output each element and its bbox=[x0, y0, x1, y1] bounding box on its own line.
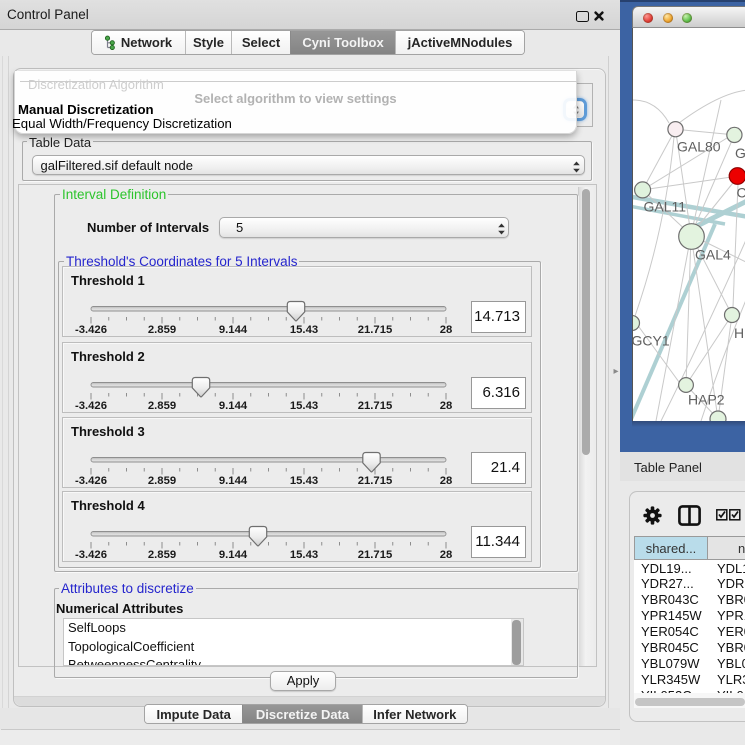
svg-text:2.859: 2.859 bbox=[148, 549, 176, 561]
svg-text:GAL: GAL bbox=[735, 145, 745, 161]
svg-text:GAL4: GAL4 bbox=[695, 247, 731, 263]
svg-text:21.715: 21.715 bbox=[358, 475, 393, 487]
svg-text:21.715: 21.715 bbox=[358, 549, 393, 561]
svg-text:-3.426: -3.426 bbox=[75, 324, 107, 336]
svg-text:-3.426: -3.426 bbox=[75, 400, 107, 412]
svg-text:CD: CD bbox=[737, 185, 745, 201]
svg-text:28: 28 bbox=[440, 324, 453, 336]
svg-text:-3.426: -3.426 bbox=[75, 549, 107, 561]
svg-text:15.43: 15.43 bbox=[290, 549, 318, 561]
svg-text:2.859: 2.859 bbox=[148, 475, 176, 487]
svg-text:28: 28 bbox=[440, 475, 453, 487]
svg-text:GAL80: GAL80 bbox=[677, 139, 721, 155]
svg-text:2.859: 2.859 bbox=[148, 400, 176, 412]
svg-text:-3.426: -3.426 bbox=[75, 475, 107, 487]
svg-text:28: 28 bbox=[440, 400, 453, 412]
svg-text:GAL11: GAL11 bbox=[644, 199, 687, 215]
svg-text:9.144: 9.144 bbox=[219, 549, 248, 561]
svg-text:HAP2: HAP2 bbox=[688, 392, 725, 408]
svg-text:15.43: 15.43 bbox=[290, 324, 318, 336]
svg-text:15.43: 15.43 bbox=[290, 475, 318, 487]
svg-text:15.43: 15.43 bbox=[290, 400, 318, 412]
svg-text:9.144: 9.144 bbox=[219, 324, 248, 336]
svg-text:9.144: 9.144 bbox=[219, 400, 248, 412]
svg-text:2.859: 2.859 bbox=[148, 324, 176, 336]
svg-text:21.715: 21.715 bbox=[358, 324, 393, 336]
svg-text:21.715: 21.715 bbox=[358, 400, 393, 412]
svg-text:HIS: HIS bbox=[734, 325, 745, 341]
svg-text:28: 28 bbox=[440, 549, 453, 561]
svg-text:9.144: 9.144 bbox=[219, 475, 248, 487]
svg-text:GCY1: GCY1 bbox=[633, 333, 670, 349]
